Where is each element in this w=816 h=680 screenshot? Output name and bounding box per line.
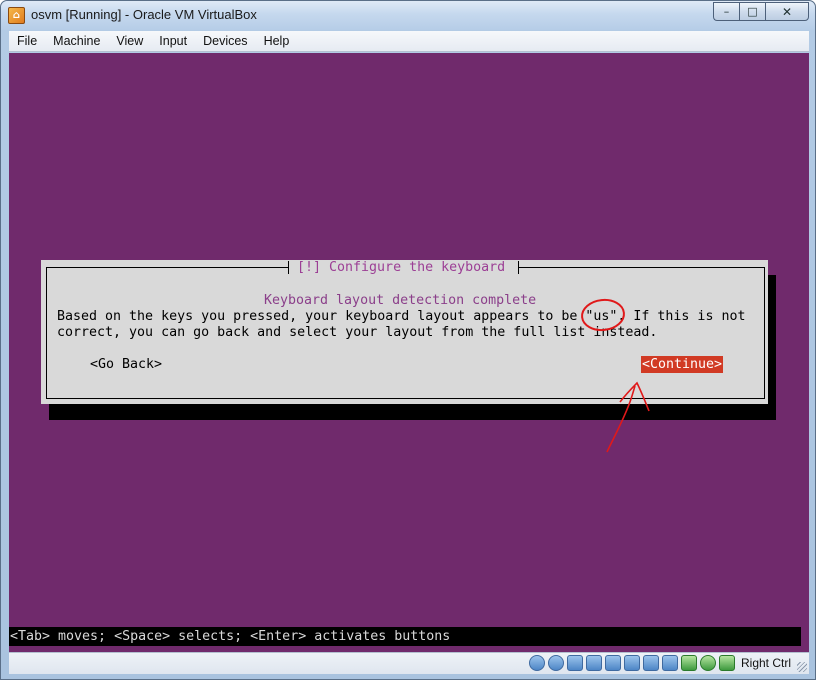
virtualbox-status-bar: Right Ctrl	[9, 652, 809, 674]
network-icon[interactable]	[586, 655, 602, 671]
guest-status-line: <Tab> moves; <Space> selects; <Enter> ac…	[9, 627, 801, 646]
audio-icon[interactable]	[567, 655, 583, 671]
usb-icon[interactable]	[605, 655, 621, 671]
optical-drive-icon[interactable]	[548, 655, 564, 671]
dialog-title: [!] Configure the keyboard	[297, 260, 506, 275]
dialog-frame-notch-left	[288, 261, 289, 274]
menu-bar: File Machine View Input Devices Help	[9, 31, 809, 52]
menu-file[interactable]: File	[9, 32, 45, 51]
window-controls: – □ ✕	[713, 2, 809, 21]
menu-devices[interactable]: Devices	[195, 32, 255, 51]
menu-view[interactable]: View	[108, 32, 151, 51]
menu-help[interactable]: Help	[256, 32, 298, 51]
dialog-frame-top-left	[46, 267, 288, 268]
display-icon[interactable]	[643, 655, 659, 671]
status-icons	[529, 655, 735, 671]
video-capture-icon[interactable]	[662, 655, 678, 671]
continue-button[interactable]: <Continue>	[641, 356, 724, 373]
dialog-frame-top-right	[519, 267, 765, 268]
guest-display[interactable]: [!] Configure the keyboard Keyboard layo…	[9, 53, 809, 652]
keyboard-capture-icon[interactable]	[719, 655, 735, 671]
dialog-frame-notch-right	[518, 261, 519, 274]
configure-keyboard-dialog: [!] Configure the keyboard Keyboard layo…	[41, 260, 768, 404]
title-bar[interactable]: ⌂ osvm [Running] - Oracle VM VirtualBox …	[1, 1, 815, 30]
shared-folders-icon[interactable]	[624, 655, 640, 671]
mouse-integration-icon[interactable]	[700, 655, 716, 671]
dialog-message-line-2: correct, you can go back and select your…	[57, 325, 658, 340]
close-button[interactable]: ✕	[765, 2, 809, 21]
resize-grip-icon[interactable]	[797, 662, 807, 672]
menu-machine[interactable]: Machine	[45, 32, 108, 51]
hard-disk-icon[interactable]	[529, 655, 545, 671]
dialog-heading: Keyboard layout detection complete	[264, 293, 537, 308]
virtualbox-window: ⌂ osvm [Running] - Oracle VM VirtualBox …	[0, 0, 816, 680]
window-title: osvm [Running] - Oracle VM VirtualBox	[31, 7, 257, 22]
menu-input[interactable]: Input	[151, 32, 195, 51]
guest-additions-icon[interactable]	[681, 655, 697, 671]
minimize-button[interactable]: –	[713, 2, 739, 21]
virtualbox-app-icon[interactable]: ⌂	[8, 7, 25, 24]
host-key-label: Right Ctrl	[740, 656, 791, 670]
go-back-button[interactable]: <Go Back>	[90, 357, 162, 372]
dialog-message-line-1: Based on the keys you pressed, your keyb…	[57, 309, 746, 324]
maximize-button[interactable]: □	[739, 2, 765, 21]
